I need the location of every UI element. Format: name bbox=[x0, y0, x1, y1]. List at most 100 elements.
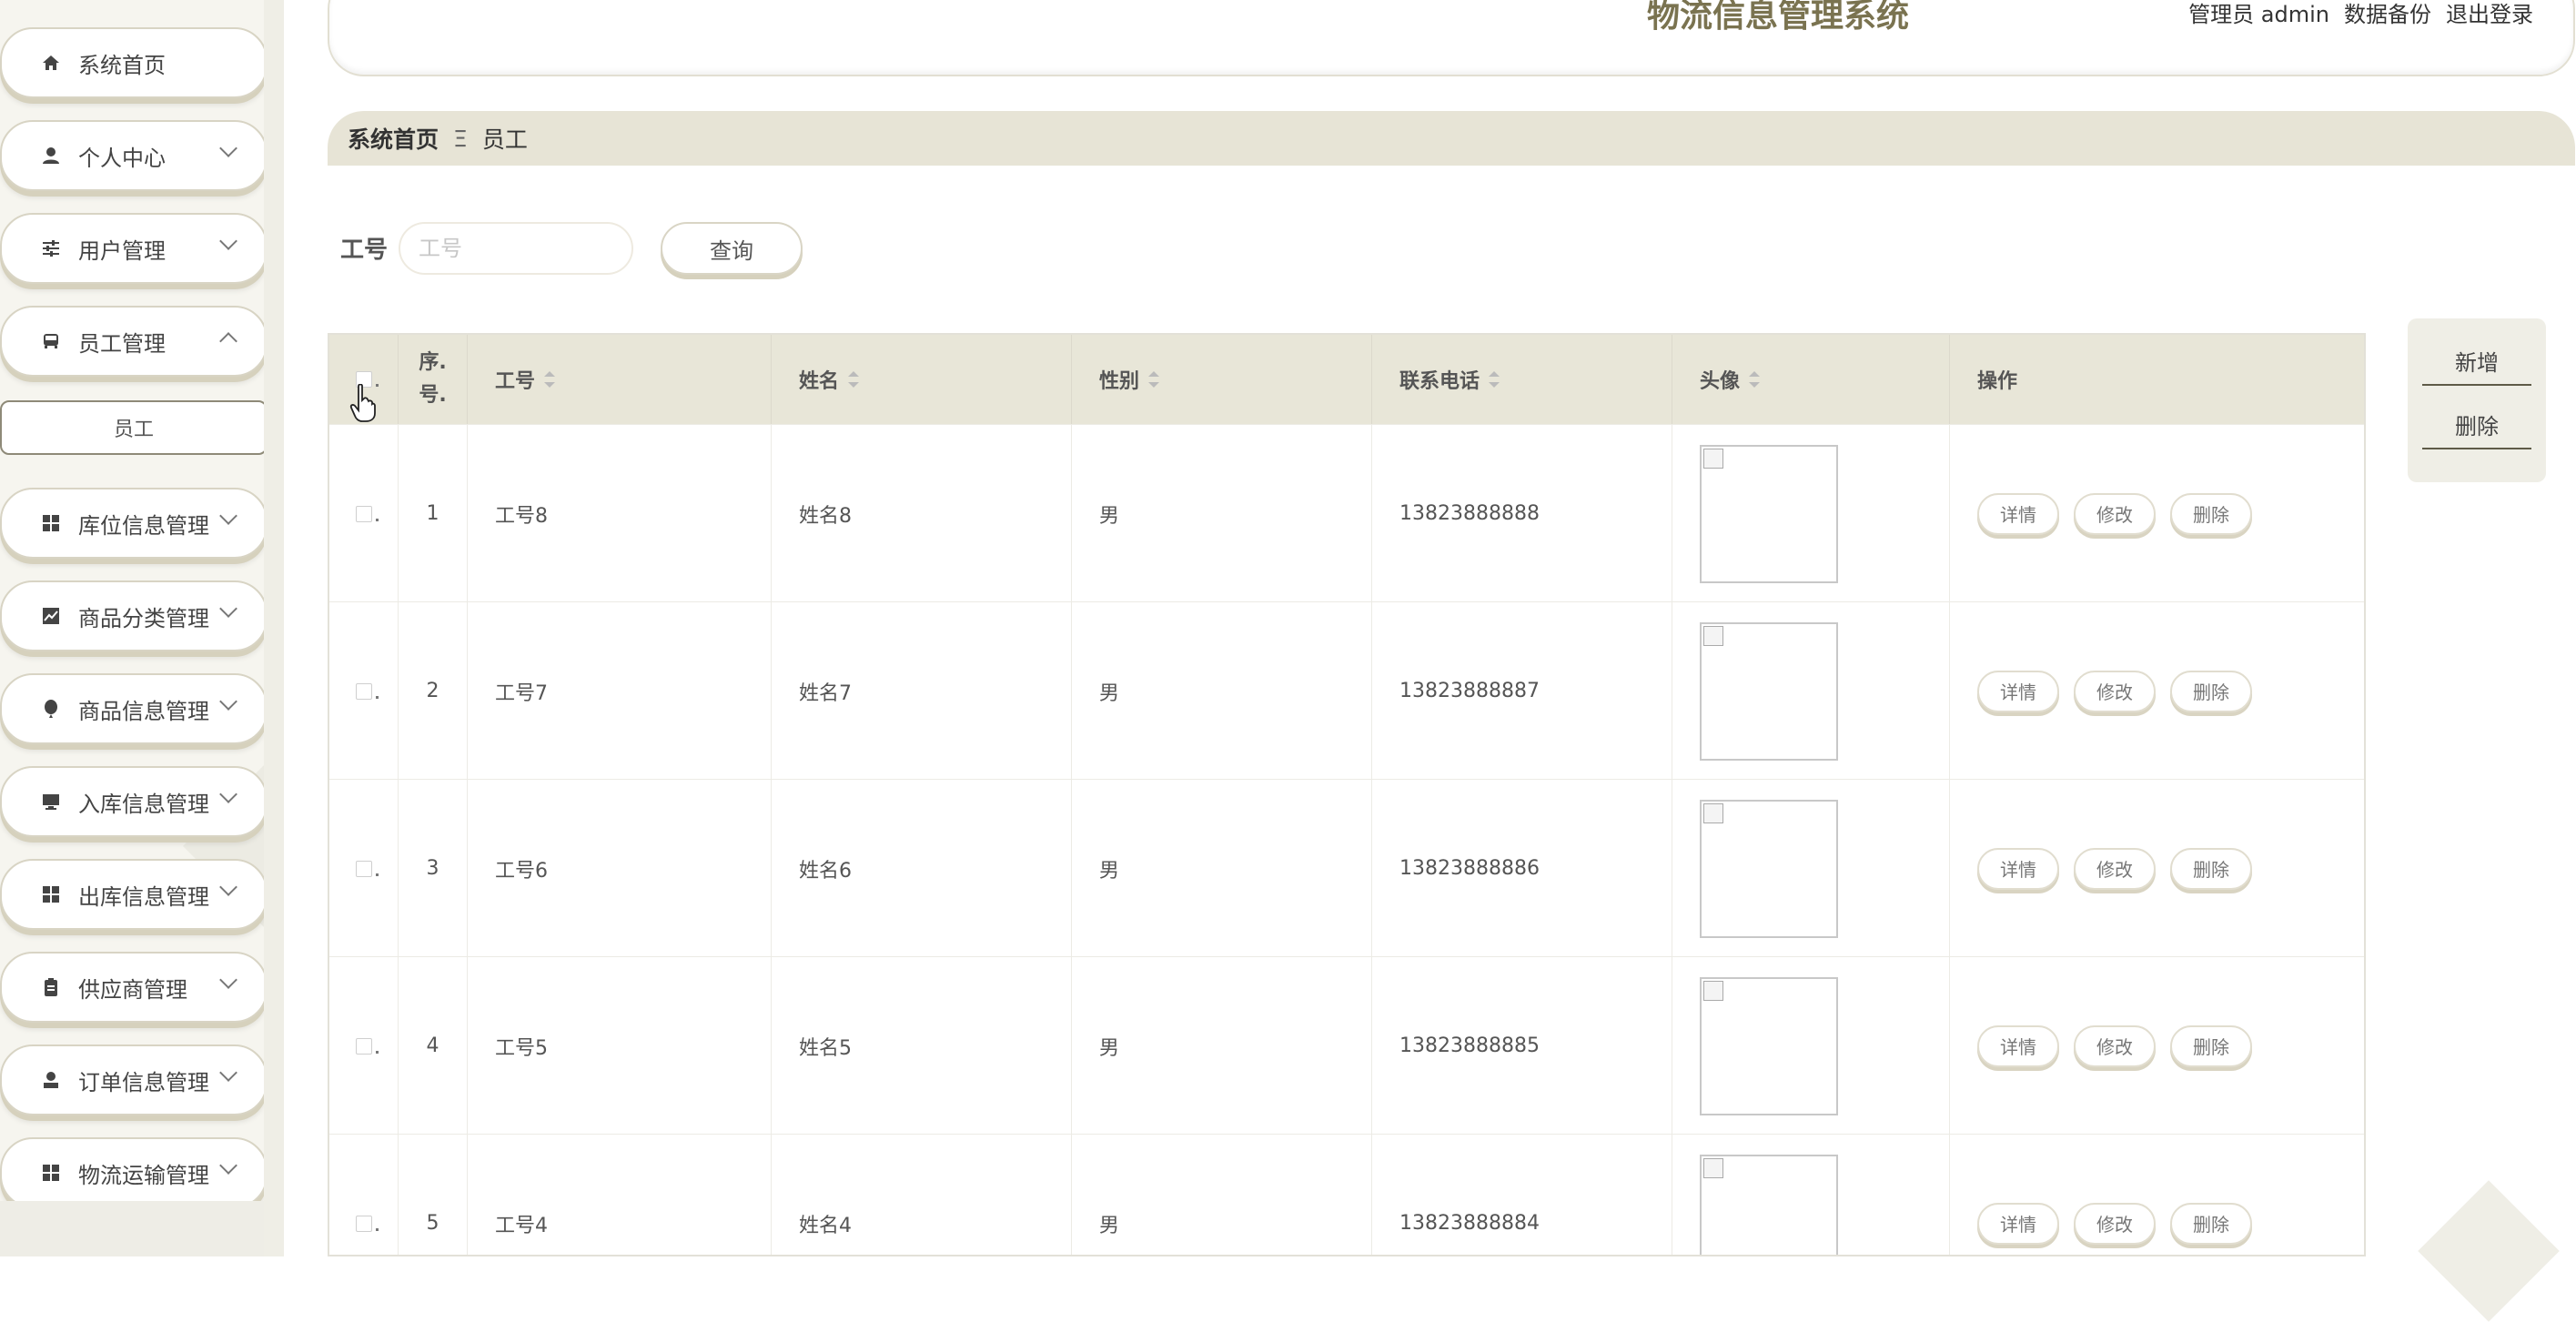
cell-id: 工号6 bbox=[468, 780, 772, 957]
column-gender[interactable]: 性别 bbox=[1072, 335, 1372, 424]
sort-icon[interactable] bbox=[1489, 371, 1500, 388]
cell-ops: 详情 修改 删除 bbox=[1950, 957, 2364, 1135]
column-name[interactable]: 姓名 bbox=[772, 335, 1072, 424]
sort-icon[interactable] bbox=[1749, 371, 1761, 388]
table-header: 序. 号. 工号 姓名 性别 联系电话 头像 操作 bbox=[329, 335, 2364, 424]
batch-delete-button[interactable]: 删除 bbox=[2422, 400, 2531, 449]
cell-avatar bbox=[1672, 1135, 1950, 1255]
edit-button[interactable]: 修改 bbox=[2074, 847, 2156, 890]
cell-avatar bbox=[1672, 602, 1950, 780]
top-header: 物流信息管理系统 管理员 admin 数据备份 退出登录 bbox=[328, 0, 2575, 76]
cell-name: 姓名6 bbox=[772, 780, 1072, 957]
sort-icon[interactable] bbox=[544, 371, 556, 388]
delete-button[interactable]: 删除 bbox=[2170, 847, 2252, 890]
cell-phone: 13823888884 bbox=[1372, 1135, 1672, 1255]
column-id[interactable]: 工号 bbox=[468, 335, 772, 424]
column-phone[interactable]: 联系电话 bbox=[1372, 335, 1672, 424]
row-checkbox[interactable] bbox=[355, 1037, 379, 1055]
cell-id: 工号8 bbox=[468, 425, 772, 602]
edit-button[interactable]: 修改 bbox=[2074, 670, 2156, 712]
detail-button[interactable]: 详情 bbox=[1977, 670, 2059, 712]
sidebar-item-label: 物流运输管理 bbox=[78, 1162, 209, 1188]
edit-button[interactable]: 修改 bbox=[2074, 1202, 2156, 1245]
cell-ops: 详情 修改 删除 bbox=[1950, 602, 2364, 780]
user-icon bbox=[38, 1067, 64, 1093]
sidebar-item-8[interactable]: 出库信息管理 bbox=[0, 859, 268, 930]
cell-id: 工号7 bbox=[468, 602, 772, 780]
column-gender-label: 性别 bbox=[1099, 370, 1140, 393]
row-select-cell bbox=[329, 957, 399, 1135]
sidebar-subitem-employee[interactable]: 员工 bbox=[0, 400, 268, 455]
grid-icon bbox=[38, 1160, 64, 1186]
detail-button[interactable]: 详情 bbox=[1977, 492, 2059, 535]
sidebar-item-label: 系统首页 bbox=[78, 52, 166, 78]
sidebar-item-label: 供应商管理 bbox=[78, 976, 187, 1003]
cell-name: 姓名8 bbox=[772, 425, 1072, 602]
search-input[interactable] bbox=[399, 222, 633, 275]
header-user-area: 管理员 admin 数据备份 退出登录 bbox=[2188, 0, 2533, 28]
edit-button[interactable]: 修改 bbox=[2074, 1024, 2156, 1067]
backup-link[interactable]: 数据备份 bbox=[2344, 0, 2431, 28]
chevron-down-icon bbox=[219, 878, 237, 896]
column-avatar[interactable]: 头像 bbox=[1672, 335, 1950, 424]
delete-button[interactable]: 删除 bbox=[2170, 670, 2252, 712]
sidebar-item-7[interactable]: 入库信息管理 bbox=[0, 766, 268, 837]
cell-seq: 2 bbox=[399, 602, 468, 780]
cell-avatar bbox=[1672, 425, 1950, 602]
add-button[interactable]: 新增 bbox=[2422, 337, 2531, 386]
search-button[interactable]: 查询 bbox=[661, 222, 803, 275]
sort-icon[interactable] bbox=[1148, 371, 1160, 388]
sidebar-item-0[interactable]: 系统首页 bbox=[0, 27, 268, 98]
breadcrumb-home[interactable]: 系统首页 bbox=[348, 122, 439, 155]
sidebar-item-5[interactable]: 商品分类管理 bbox=[0, 580, 268, 651]
sidebar-item-9[interactable]: 供应商管理 bbox=[0, 952, 268, 1023]
table-row: 4 工号5 姓名5 男 13823888885 详情 修改 删除 bbox=[329, 956, 2364, 1135]
sidebar-item-1[interactable]: 个人中心 bbox=[0, 120, 268, 191]
detail-button[interactable]: 详情 bbox=[1977, 1202, 2059, 1245]
sidebar-item-label: 员工管理 bbox=[78, 330, 166, 357]
sidebar-item-3[interactable]: 员工管理 bbox=[0, 306, 268, 377]
seq-header-line2: 号. bbox=[419, 384, 447, 407]
column-id-label: 工号 bbox=[495, 370, 536, 393]
grid-icon bbox=[38, 510, 64, 536]
cell-id: 工号4 bbox=[468, 1135, 772, 1255]
sidebar-item-label: 商品信息管理 bbox=[78, 698, 209, 724]
row-checkbox[interactable] bbox=[355, 860, 379, 877]
avatar bbox=[1700, 976, 1838, 1115]
sort-icon[interactable] bbox=[848, 371, 860, 388]
chevron-down-icon bbox=[219, 1064, 237, 1082]
chevron-down-icon bbox=[219, 785, 237, 803]
row-checkbox[interactable] bbox=[355, 505, 379, 522]
chevron-down-icon bbox=[219, 600, 237, 618]
avatar bbox=[1700, 444, 1838, 583]
sidebar-item-6[interactable]: 商品信息管理 bbox=[0, 673, 268, 744]
cell-gender: 男 bbox=[1072, 602, 1372, 780]
edit-button[interactable]: 修改 bbox=[2074, 492, 2156, 535]
row-checkbox[interactable] bbox=[355, 1215, 379, 1232]
cell-ops: 详情 修改 删除 bbox=[1950, 425, 2364, 602]
sidebar-item-4[interactable]: 库位信息管理 bbox=[0, 488, 268, 559]
employee-table: 序. 号. 工号 姓名 性别 联系电话 头像 操作 1 工号8 姓名8 男 138238… bbox=[328, 333, 2366, 1256]
breadcrumb: 系统首页 Ξ 员工 bbox=[328, 111, 2575, 166]
sidebar-item-2[interactable]: 用户管理 bbox=[0, 213, 268, 284]
corner-decoration bbox=[2418, 1180, 2560, 1322]
row-checkbox[interactable] bbox=[355, 682, 379, 700]
table-row: 3 工号6 姓名6 男 13823888886 详情 修改 删除 bbox=[329, 779, 2364, 957]
sidebar-item-11[interactable]: 物流运输管理 bbox=[0, 1137, 268, 1208]
role-text: 管理员 bbox=[2188, 2, 2255, 27]
sidebar-item-10[interactable]: 订单信息管理 bbox=[0, 1044, 268, 1115]
cell-seq: 1 bbox=[399, 425, 468, 602]
bus-icon bbox=[38, 328, 64, 354]
detail-button[interactable]: 详情 bbox=[1977, 847, 2059, 890]
column-ops-label: 操作 bbox=[1977, 370, 2018, 393]
cell-gender: 男 bbox=[1072, 780, 1372, 957]
delete-button[interactable]: 删除 bbox=[2170, 1202, 2252, 1245]
sidebar-item-label: 订单信息管理 bbox=[78, 1069, 209, 1095]
logout-link[interactable]: 退出登录 bbox=[2446, 0, 2533, 28]
delete-button[interactable]: 删除 bbox=[2170, 1024, 2252, 1067]
cell-name: 姓名4 bbox=[772, 1135, 1072, 1255]
detail-button[interactable]: 详情 bbox=[1977, 1024, 2059, 1067]
sidebar-item-label: 库位信息管理 bbox=[78, 512, 209, 539]
chevron-down-icon bbox=[219, 1156, 237, 1175]
delete-button[interactable]: 删除 bbox=[2170, 492, 2252, 535]
